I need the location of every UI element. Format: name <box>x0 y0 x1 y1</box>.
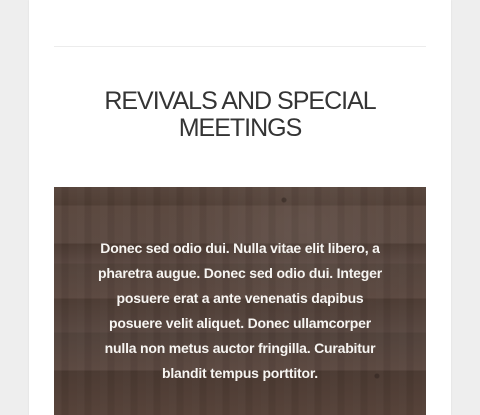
feature-description-line-5: nulla non metus auctor fringilla. Curabi… <box>104 340 376 356</box>
feature-description-line-4: posuere velit aliquet. Donec ullamcorper <box>109 315 371 331</box>
section-divider <box>54 46 426 47</box>
feature-description-line-3: posuere erat a ante venenatis dapibus <box>116 290 364 306</box>
feature-description: Donec sed odio dui. Nulla vitae elit lib… <box>54 236 426 386</box>
feature-description-line-2: pharetra augue. Donec sed odio dui. Inte… <box>98 265 382 281</box>
section-title-line-2: MEETINGS <box>178 114 303 142</box>
feature-description-line-6: blandit tempus porttitor. <box>162 365 318 381</box>
content-card: REVIVALS AND SPECIAL MEETINGS Donec sed … <box>29 0 451 415</box>
wood-texture-feature-panel: Donec sed odio dui. Nulla vitae elit lib… <box>54 187 426 415</box>
section-title-line-1: REVIVALS AND SPECIAL <box>104 87 376 115</box>
feature-description-line-1: Donec sed odio dui. Nulla vitae elit lib… <box>100 240 380 256</box>
page: REVIVALS AND SPECIAL MEETINGS Donec sed … <box>0 0 480 415</box>
section-title: REVIVALS AND SPECIAL MEETINGS <box>54 88 426 142</box>
